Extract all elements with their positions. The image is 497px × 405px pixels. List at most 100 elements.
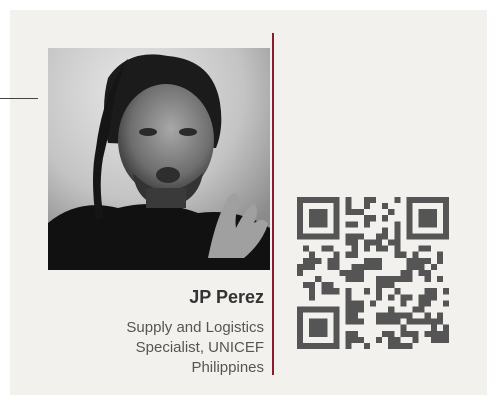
- qr-module: [412, 197, 419, 204]
- qr-module: [333, 306, 340, 313]
- qr-module: [309, 221, 316, 228]
- qr-module: [363, 257, 370, 264]
- qr-module: [400, 330, 407, 337]
- qr-module: [424, 276, 431, 283]
- qr-module: [345, 203, 352, 210]
- qr-module: [400, 251, 407, 258]
- qr-module: [369, 215, 377, 222]
- qr-module: [436, 233, 443, 240]
- qr-module: [412, 336, 419, 343]
- qr-module: [309, 215, 316, 222]
- qr-module: [315, 276, 322, 283]
- qr-module: [388, 318, 395, 325]
- vertical-divider: [272, 33, 274, 375]
- qr-module: [412, 263, 419, 270]
- qr-module: [333, 257, 340, 264]
- qr-module: [357, 318, 364, 325]
- qr-module: [442, 330, 449, 337]
- qr-module: [400, 269, 407, 277]
- qr-module: [333, 324, 340, 331]
- qr-module: [345, 312, 352, 319]
- qr-module: [406, 269, 413, 277]
- qr-module: [345, 294, 352, 301]
- qr-module: [400, 342, 407, 349]
- qr-module: [321, 221, 328, 228]
- qr-module: [309, 233, 316, 240]
- qr-module: [345, 318, 352, 325]
- person-name: JP Perez: [189, 287, 264, 307]
- qr-module: [321, 330, 328, 337]
- qr-module: [309, 197, 316, 204]
- qr-module: [430, 336, 437, 343]
- qr-module: [357, 336, 364, 343]
- qr-module: [369, 300, 377, 307]
- role-line: Specialist, UNICEF: [135, 339, 264, 356]
- qr-module: [351, 251, 358, 258]
- qr-module: [424, 221, 431, 228]
- qr-module: [363, 215, 370, 222]
- qr-module: [321, 209, 328, 216]
- qr-module: [345, 288, 352, 295]
- qr-module: [303, 257, 310, 264]
- qr-module: [394, 245, 401, 252]
- qr-module: [394, 342, 401, 349]
- qr-module: [327, 288, 334, 295]
- qr-module: [333, 288, 340, 295]
- qr-module: [406, 294, 413, 301]
- qr-module: [436, 318, 443, 325]
- qr-module: [382, 282, 389, 289]
- qr-module: [303, 306, 310, 313]
- qr-module: [297, 227, 304, 234]
- qr-module: [357, 233, 364, 240]
- qr-module: [388, 312, 395, 319]
- qr-module: [382, 245, 389, 252]
- qr-module: [430, 263, 437, 270]
- qr-module: [351, 263, 358, 270]
- qr-module: [376, 294, 383, 301]
- qr-module: [376, 288, 383, 295]
- qr-module: [357, 209, 364, 216]
- qr-module: [430, 215, 437, 222]
- qr-module: [436, 330, 443, 337]
- qr-module: [442, 227, 449, 234]
- qr-module: [430, 221, 437, 228]
- qr-module: [297, 336, 304, 343]
- qr-module: [442, 300, 449, 307]
- qr-code-icon[interactable]: [297, 197, 449, 349]
- qr-module: [369, 257, 377, 264]
- qr-module: [436, 276, 443, 283]
- qr-module: [351, 336, 358, 343]
- qr-module: [345, 300, 352, 307]
- qr-module: [321, 282, 328, 289]
- qr-module: [351, 221, 358, 228]
- qr-module: [297, 263, 304, 270]
- qr-module: [388, 306, 395, 313]
- qr-module: [418, 245, 425, 252]
- qr-module: [382, 318, 389, 325]
- qr-module: [321, 215, 328, 222]
- qr-module: [424, 300, 431, 307]
- qr-module: [327, 263, 334, 270]
- qr-module: [382, 330, 389, 337]
- qr-module: [315, 324, 322, 331]
- qr-module: [321, 233, 328, 240]
- qr-module: [351, 276, 358, 283]
- qr-module: [321, 324, 328, 331]
- qr-module: [394, 288, 401, 295]
- role-line: Supply and Logistics: [126, 319, 264, 336]
- qr-module: [376, 233, 383, 240]
- qr-module: [321, 288, 328, 295]
- qr-module: [418, 269, 425, 277]
- qr-module: [376, 245, 383, 252]
- qr-module: [309, 288, 316, 295]
- qr-module: [424, 233, 431, 240]
- qr-module: [333, 318, 340, 325]
- qr-module: [376, 276, 383, 283]
- qr-module: [315, 342, 322, 349]
- qr-module: [442, 336, 449, 343]
- qr-module: [309, 263, 316, 270]
- qr-module: [418, 197, 425, 204]
- qr-module: [406, 318, 413, 325]
- qr-module: [369, 263, 377, 270]
- qr-module: [388, 330, 395, 337]
